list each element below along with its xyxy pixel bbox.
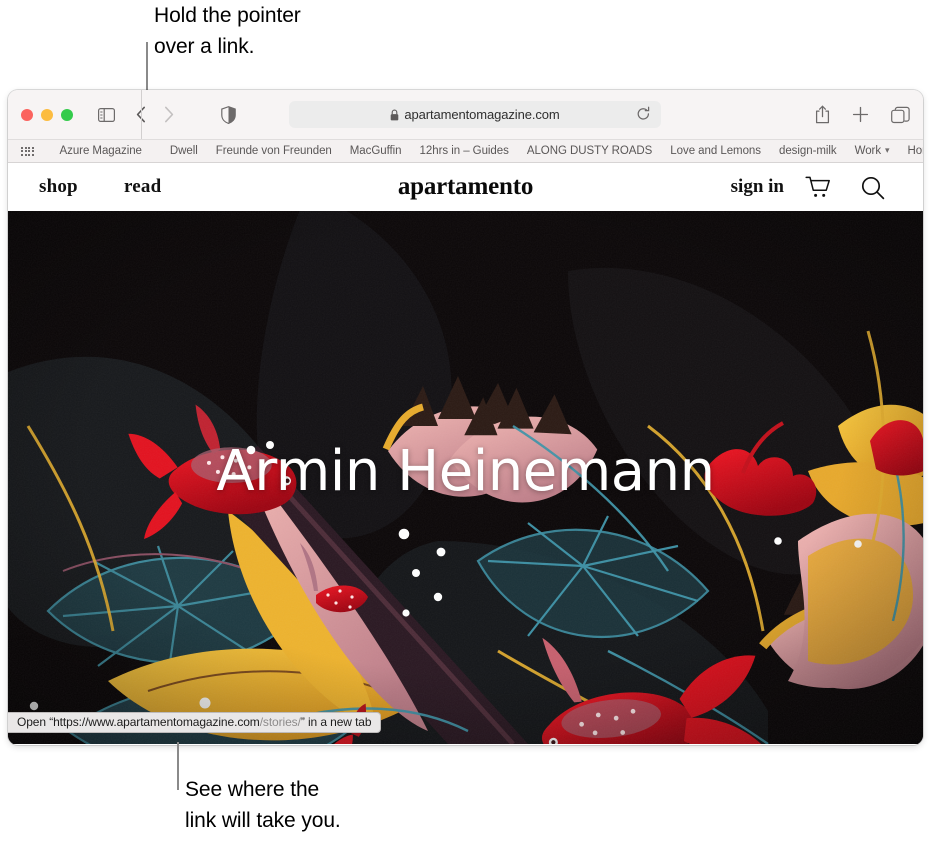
shopping-cart-icon[interactable] [805,176,831,204]
bookmark-love-and-lemons[interactable]: Love and Lemons [670,145,761,157]
search-icon[interactable] [861,176,885,205]
bookmark-folder-home-label: Home [907,145,923,157]
bookmark-design-milk[interactable]: design-milk [779,145,837,157]
callout-text-top: Hold the pointer over a link. [154,4,301,58]
url-text: apartamentomagazine.com [404,107,560,122]
hero-section: Armin Heinemann Open “https://www.aparta… [8,211,923,744]
sign-in-link[interactable]: sign in [731,176,784,198]
bookmark-12hrs-in-guides[interactable]: 12hrs in – Guides [420,145,509,157]
share-icon[interactable] [815,105,830,124]
status-suffix: ” in a new tab [300,715,372,729]
bookmark-macguffin[interactable]: MacGuffin [350,145,402,157]
callout-text-bottom: See where the link will take you. [185,778,341,832]
sidebar-icon[interactable] [98,107,115,122]
site-logo[interactable]: apartamento [8,173,923,201]
bookmark-along-dusty-roads[interactable]: ALONG DUSTY ROADS [527,145,653,157]
reload-icon[interactable] [636,106,651,127]
chevron-down-icon: ▾ [885,145,890,155]
close-window-button[interactable] [21,108,33,121]
zoom-window-button[interactable] [61,108,73,121]
bookmark-folder-home[interactable]: Home▾ [907,145,923,157]
address-bar[interactable]: apartamentomagazine.com [289,101,661,128]
tab-overview-icon[interactable] [891,106,910,124]
window-traffic-lights[interactable] [8,108,73,121]
status-path-highlight: /stories/ [259,715,301,729]
toolbar-divider [141,90,142,139]
browser-toolbar: apartamentomagazine.com [8,90,923,139]
lock-icon [390,109,399,121]
minimize-window-button[interactable] [41,108,53,121]
callout-leader-line-bottom [177,742,179,790]
privacy-shield-icon[interactable] [221,105,236,124]
bookmark-dwell[interactable]: Dwell [170,145,198,157]
hero-title: Armin Heinemann [216,439,715,504]
chevron-right-icon [164,106,174,123]
bookmark-azure-magazine[interactable]: Azure Magazine [60,145,142,157]
bookmark-freunde-von-freunden[interactable]: Freunde von Freunden [216,145,332,157]
status-prefix: Open “https://www.apartamentomagazine.co… [17,715,260,729]
toolbar-right-actions [815,90,910,139]
plus-icon[interactable] [852,106,869,123]
bookmark-folder-work[interactable]: Work ▾ [855,145,890,157]
bookmark-folder-work-label: Work [854,145,882,157]
bookmarks-bar: Azure Magazine Dwell Freunde von Freunde… [8,139,923,163]
safari-browser-window: apartamentomagazine.com Azure Magazine D… [8,90,923,745]
link-status-bar: Open “https://www.apartamentomagazine.co… [8,712,382,733]
site-header: shop read apartamento sign in [8,163,923,211]
bookmarks-grid-icon[interactable] [21,146,34,156]
